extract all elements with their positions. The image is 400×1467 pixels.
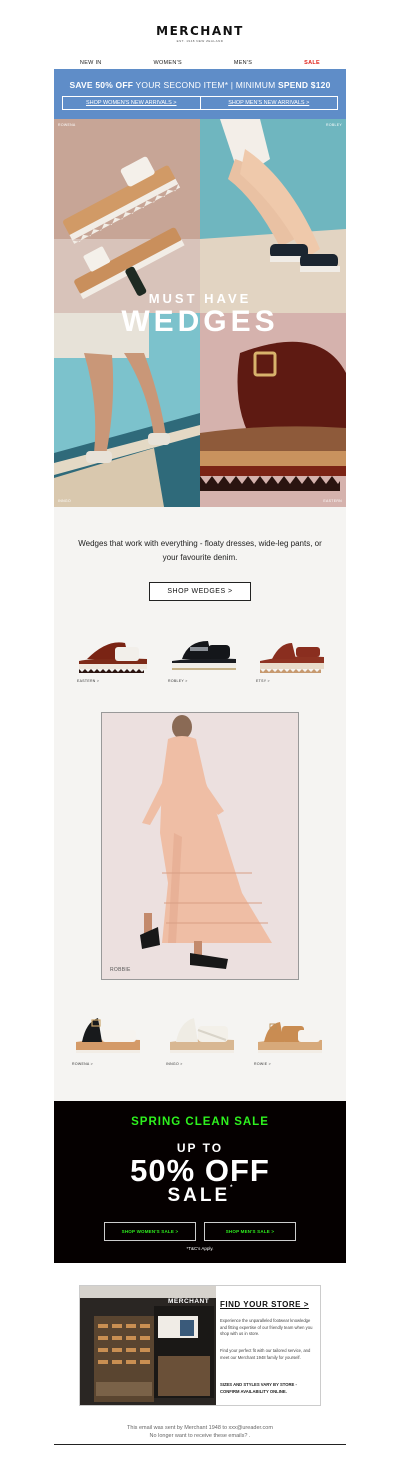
hero-label-inngo: INNGO	[58, 499, 71, 503]
product-inngo[interactable]: INNGO >	[166, 1012, 246, 1066]
merchant-logo[interactable]: MERCHANT	[0, 24, 400, 38]
product-label[interactable]: EASTERN >	[77, 679, 157, 683]
product-rowie[interactable]: ROWIE >	[254, 1012, 334, 1066]
product-label[interactable]: ROWIE >	[254, 1062, 334, 1066]
store-paragraph-3: SIZES AND STYLES VARY BY STORE - CONFIRM…	[220, 1382, 297, 1394]
sale-word-text: SALE	[167, 1185, 231, 1206]
promo-middle: YOUR SECOND ITEM* | MINIMUM	[133, 80, 278, 90]
shop-mens-new-arrivals-button[interactable]: SHOP MEN'S NEW ARRIVALS >	[200, 96, 338, 110]
nav-mens[interactable]: MEN'S	[234, 60, 252, 66]
wedge-sandal-white-icon	[170, 1018, 234, 1053]
promo-spend: SPEND $120	[277, 80, 331, 90]
product-label[interactable]: ROWENA >	[72, 1062, 152, 1066]
nav-sale[interactable]: SALE	[304, 60, 320, 66]
shop-womens-sale-button[interactable]: SHOP WOMEN'S SALE >	[104, 1222, 196, 1241]
promo-buttons: SHOP WOMEN'S NEW ARRIVALS > SHOP MEN'S N…	[62, 96, 338, 110]
wedge-sandal-brown-icon	[79, 642, 147, 673]
footer-sent-by: This email was sent by Merchant 1948 to …	[127, 1425, 273, 1431]
wedge-sandal-black-icon	[172, 641, 236, 670]
product-etsy[interactable]: ETSY >	[256, 633, 336, 683]
hero-wedges-banner[interactable]: ROWENA ROBLEY INNGO EASTERN MUST HAVE WE…	[54, 119, 346, 507]
spring-clean-sale-banner: SPRING CLEAN SALE UP TO 50% OFF SALE* SH…	[54, 1101, 346, 1263]
promo-headline: SAVE 50% OFF YOUR SECOND ITEM* | MINIMUM…	[54, 80, 346, 90]
wedge-sandal-tan-icon	[260, 643, 324, 673]
promo-save: SAVE 50% OFF	[69, 80, 134, 90]
product-label[interactable]: ETSY >	[256, 679, 336, 683]
store-photo-sign: MERCHANT	[168, 1298, 210, 1305]
model-label: ROBBIE	[110, 967, 131, 973]
sale-percent: 50% OFF	[130, 1153, 270, 1188]
shop-wedges-button[interactable]: SHOP WEDGES >	[149, 582, 251, 601]
sale-asterisk: *	[230, 1185, 233, 1191]
hero-photo-eastern: EASTERN	[200, 313, 346, 507]
product-rowena[interactable]: ROWENA >	[72, 1012, 152, 1066]
product-label[interactable]: ROBLEY >	[168, 679, 248, 683]
store-paragraph-1: Experience the unparalleled footwear kno…	[220, 1318, 313, 1336]
store-paragraph-2: Find your perfect fit with our tailored …	[220, 1348, 311, 1360]
intro-tagline: Wedges that work with everything - float…	[78, 539, 322, 562]
sale-headline: SPRING CLEAN SALE	[131, 1116, 269, 1128]
footer-unsubscribe[interactable]: No longer want to receive these emails? …	[0, 1433, 400, 1439]
product-robley[interactable]: ROBLEY >	[168, 633, 248, 683]
nav-womens[interactable]: WOMEN'S	[153, 60, 182, 66]
sale-terms[interactable]: *T&C's Apply.	[54, 1246, 346, 1251]
find-store-card: MERCHANT FIND YOUR STORE > Experience th…	[79, 1285, 321, 1406]
shop-mens-sale-button[interactable]: SHOP MEN'S SALE >	[204, 1222, 296, 1241]
top-nav: NEW IN WOMEN'S MEN'S SALE	[54, 57, 346, 69]
logo-tagline: EST. 1948 NEW ZEALAND	[176, 39, 224, 43]
footer-divider	[54, 1444, 346, 1445]
hero-label-robley: ROBLEY	[326, 123, 342, 127]
store-photo[interactable]: MERCHANT	[80, 1286, 216, 1405]
find-your-store-link[interactable]: FIND YOUR STORE >	[220, 1300, 309, 1309]
nav-new-in[interactable]: NEW IN	[80, 60, 102, 66]
hero-title-must-have: MUST HAVE	[148, 291, 252, 306]
product-label[interactable]: INNGO >	[166, 1062, 246, 1066]
hero-label-rowena: ROWENA	[58, 123, 76, 127]
sale-word: SALE*	[54, 1185, 346, 1207]
hero-photo-robley: ROBLEY	[200, 119, 346, 313]
hero-photo-rowena: ROWENA	[54, 119, 200, 313]
hero-photo-inngo: INNGO	[54, 313, 200, 507]
wedge-sandal-black-tan-icon	[76, 1018, 140, 1053]
promo-banner: SAVE 50% OFF YOUR SECOND ITEM* | MINIMUM…	[54, 69, 346, 119]
hero-title-wedges: WEDGES	[121, 305, 279, 338]
wedge-sandal-tan-white-icon	[258, 1022, 322, 1053]
shop-womens-new-arrivals-button[interactable]: SHOP WOMEN'S NEW ARRIVALS >	[62, 96, 201, 110]
email-header: MERCHANT EST. 1948 NEW ZEALAND	[0, 0, 400, 55]
sale-buttons: SHOP WOMEN'S SALE > SHOP MEN'S SALE >	[104, 1222, 296, 1241]
hero-label-eastern: EASTERN	[323, 499, 342, 503]
product-eastern[interactable]: EASTERN >	[77, 633, 157, 683]
model-photo-robbie[interactable]: ROBBIE	[101, 712, 299, 980]
wedges-content-section: Wedges that work with everything - float…	[54, 507, 346, 1101]
